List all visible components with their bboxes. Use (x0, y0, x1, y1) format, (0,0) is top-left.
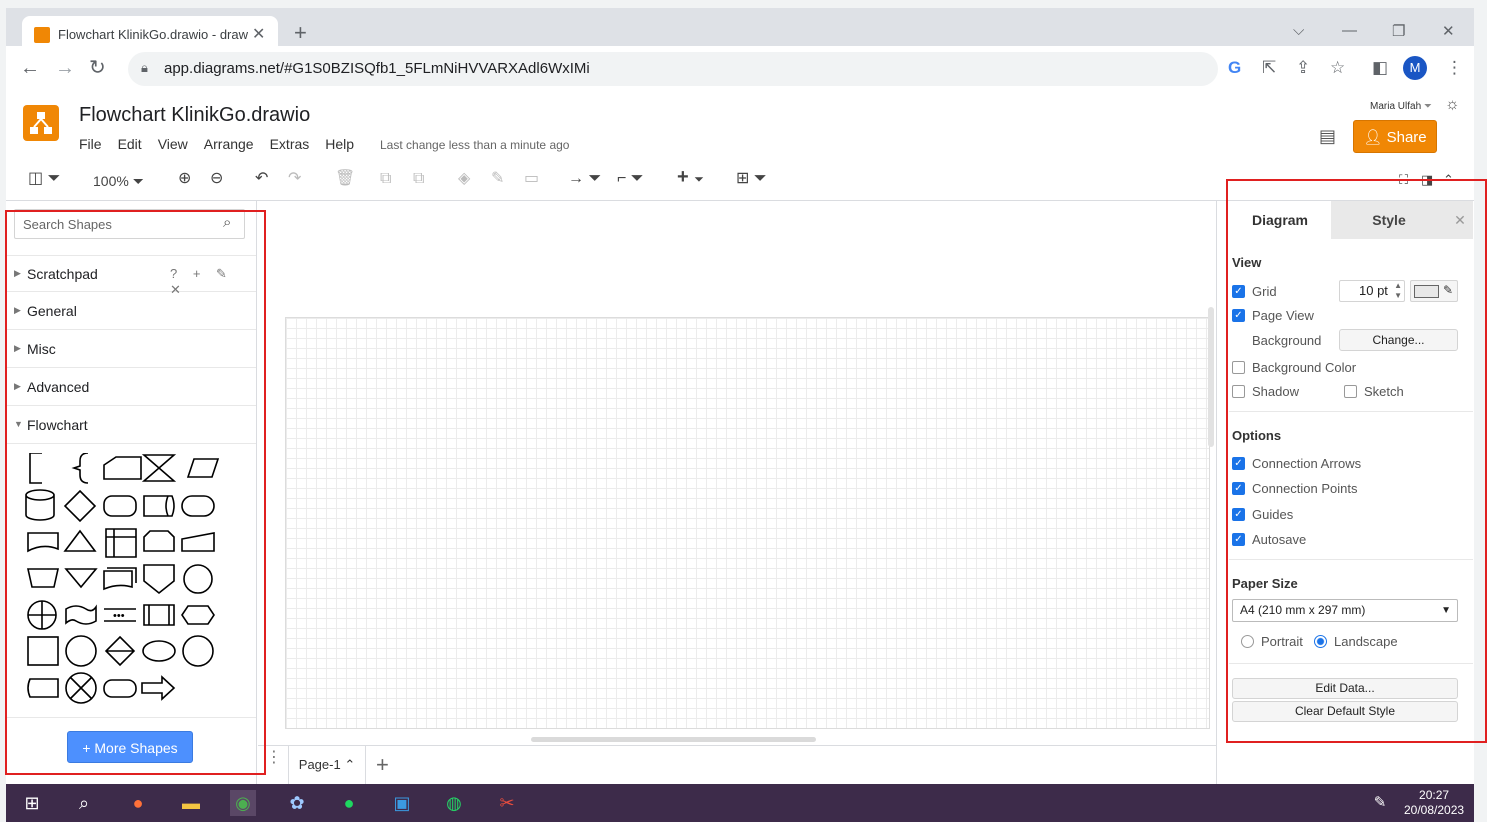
right-panel-highlight (1226, 179, 1487, 743)
user-name: Maria Ulfah (1370, 101, 1422, 112)
delete-icon[interactable]: 🗑︎ (335, 170, 355, 188)
menu-arrange[interactable]: Arrange (204, 136, 254, 152)
firefox-icon[interactable]: ● (125, 790, 151, 816)
drawio-logo-icon (23, 105, 59, 141)
comments-icon[interactable]: ▤ (1319, 126, 1336, 147)
tab-close-icon[interactable]: ✕ (252, 24, 265, 44)
diagram-canvas[interactable] (258, 201, 1216, 729)
pen-icon[interactable]: ✎ (1367, 790, 1393, 816)
table-icon[interactable]: ⊞ ⏷ (736, 170, 767, 188)
restore-icon[interactable]: ❐ (1392, 22, 1405, 40)
pages-menu-icon[interactable]: ⋮ (266, 750, 282, 766)
new-tab-button[interactable]: + (294, 22, 307, 44)
tab-title: Flowchart KlinikGo.drawio - draw (58, 27, 248, 42)
share-label: Share (1386, 129, 1427, 146)
to-front-icon[interactable]: ⧉ (380, 170, 391, 188)
windows-taskbar: ⊞ ⌕ ● ▬ ◉ ✿ ● ▣ ◍ ✂ ✎ 20:27 20/08/2023 (6, 784, 1474, 822)
vertical-scrollbar[interactable] (1208, 307, 1214, 447)
snipping-tool-icon[interactable]: ✂ (494, 790, 520, 816)
whatsapp-icon[interactable]: ◍ (441, 790, 467, 816)
theme-sun-icon[interactable]: ☼ (1445, 96, 1460, 114)
forward-icon[interactable]: → (55, 58, 75, 78)
profile-avatar[interactable]: M (1403, 56, 1427, 80)
menu-extras[interactable]: Extras (270, 136, 310, 152)
zoom-select[interactable]: 100% ⏷ (93, 172, 144, 190)
to-back-icon[interactable]: ⧉ (413, 170, 424, 188)
zoom-value: 100% (93, 173, 129, 189)
menu-edit[interactable]: Edit (118, 136, 142, 152)
undo-icon[interactable]: ↶ (255, 170, 268, 188)
redo-icon[interactable]: ↷ (288, 170, 301, 188)
horizontal-scrollbar[interactable] (531, 737, 816, 742)
document-title[interactable]: Flowchart KlinikGo.drawio (79, 104, 310, 127)
line-color-icon[interactable]: ✎ (491, 170, 504, 188)
page-tab[interactable]: Page-1 ⌃ (288, 746, 366, 784)
spotify-icon[interactable]: ● (336, 790, 362, 816)
user-menu[interactable]: Maria Ulfah ⏷ (1370, 101, 1432, 112)
drawio-favicon-icon (34, 27, 50, 43)
google-icon[interactable]: G (1228, 58, 1241, 78)
open-in-app-icon[interactable]: ⇱ (1262, 58, 1276, 78)
back-icon[interactable]: ← (20, 58, 40, 78)
user-icon: 👤︎ (1363, 129, 1383, 146)
minimize-icon[interactable]: — (1342, 22, 1357, 39)
window-close-icon[interactable]: ✕ (1442, 22, 1455, 40)
shadow-icon[interactable]: ▭ (524, 170, 539, 188)
share-button[interactable]: 👤︎ Share (1353, 120, 1437, 153)
diagram-page-grid[interactable] (285, 317, 1210, 729)
bookmark-star-icon[interactable]: ☆ (1330, 58, 1345, 78)
browser-menu-icon[interactable]: ⋮ (1446, 58, 1463, 78)
file-explorer-icon[interactable]: ▬ (178, 790, 204, 816)
fill-color-icon[interactable]: ◈ (458, 170, 470, 188)
zoom-out-icon[interactable]: ⊖ (210, 170, 223, 188)
omnibox[interactable]: 🔒︎ app.diagrams.net/#G1S0BZISQfb1_5FLmNi… (128, 52, 1218, 86)
app-store-icon[interactable]: ▣ (389, 790, 415, 816)
windows-start-icon[interactable]: ⊞ (19, 790, 45, 816)
share-page-icon[interactable]: ⇪ (1296, 58, 1310, 78)
clock-date: 20/08/2023 (1404, 803, 1465, 817)
menu-file[interactable]: File (79, 136, 102, 152)
connection-style-icon[interactable]: → ⏷ (568, 170, 601, 188)
system-clock[interactable]: 20:27 20/08/2023 (1404, 788, 1464, 818)
side-panel-icon[interactable]: ◧ (1372, 58, 1388, 78)
waypoints-icon[interactable]: ⌐ ⏷ (617, 170, 644, 188)
last-change-status[interactable]: Last change less than a minute ago (380, 138, 569, 152)
zoom-in-icon[interactable]: ⊕ (178, 170, 191, 188)
insert-icon[interactable]: + ⏷ (677, 167, 704, 188)
search-icon[interactable]: ⌕ (71, 790, 97, 816)
menu-bar: File Edit View Arrange Extras Help (79, 136, 354, 152)
tab-search-icon[interactable]: ⌵ (1293, 22, 1304, 39)
browser-tab-strip: Flowchart KlinikGo.drawio - draw ✕ + ⌵ —… (6, 8, 1474, 54)
add-page-button[interactable]: + (376, 752, 389, 778)
menu-view[interactable]: View (158, 136, 188, 152)
chrome-icon[interactable]: ◉ (230, 790, 256, 816)
left-panel-highlight (5, 210, 266, 775)
format-panel-icon[interactable]: ◫ ⏷ (28, 170, 60, 188)
url-text[interactable]: app.diagrams.net/#G1S0BZISQfb1_5FLmNiHVV… (164, 60, 590, 77)
app-icon[interactable]: ✿ (284, 790, 310, 816)
clock-time: 20:27 (1419, 788, 1450, 802)
screen: Flowchart KlinikGo.drawio - draw ✕ + ⌵ —… (0, 0, 1487, 822)
page-tabs-bar: ⋮ Page-1 ⌃ + (258, 745, 1216, 784)
address-bar-row: ← → ↻ 🔒︎ app.diagrams.net/#G1S0BZISQfb1_… (6, 46, 1474, 92)
lock-icon: 🔒︎ (141, 60, 148, 75)
reload-icon[interactable]: ↻ (89, 58, 106, 78)
menu-help[interactable]: Help (325, 136, 354, 152)
